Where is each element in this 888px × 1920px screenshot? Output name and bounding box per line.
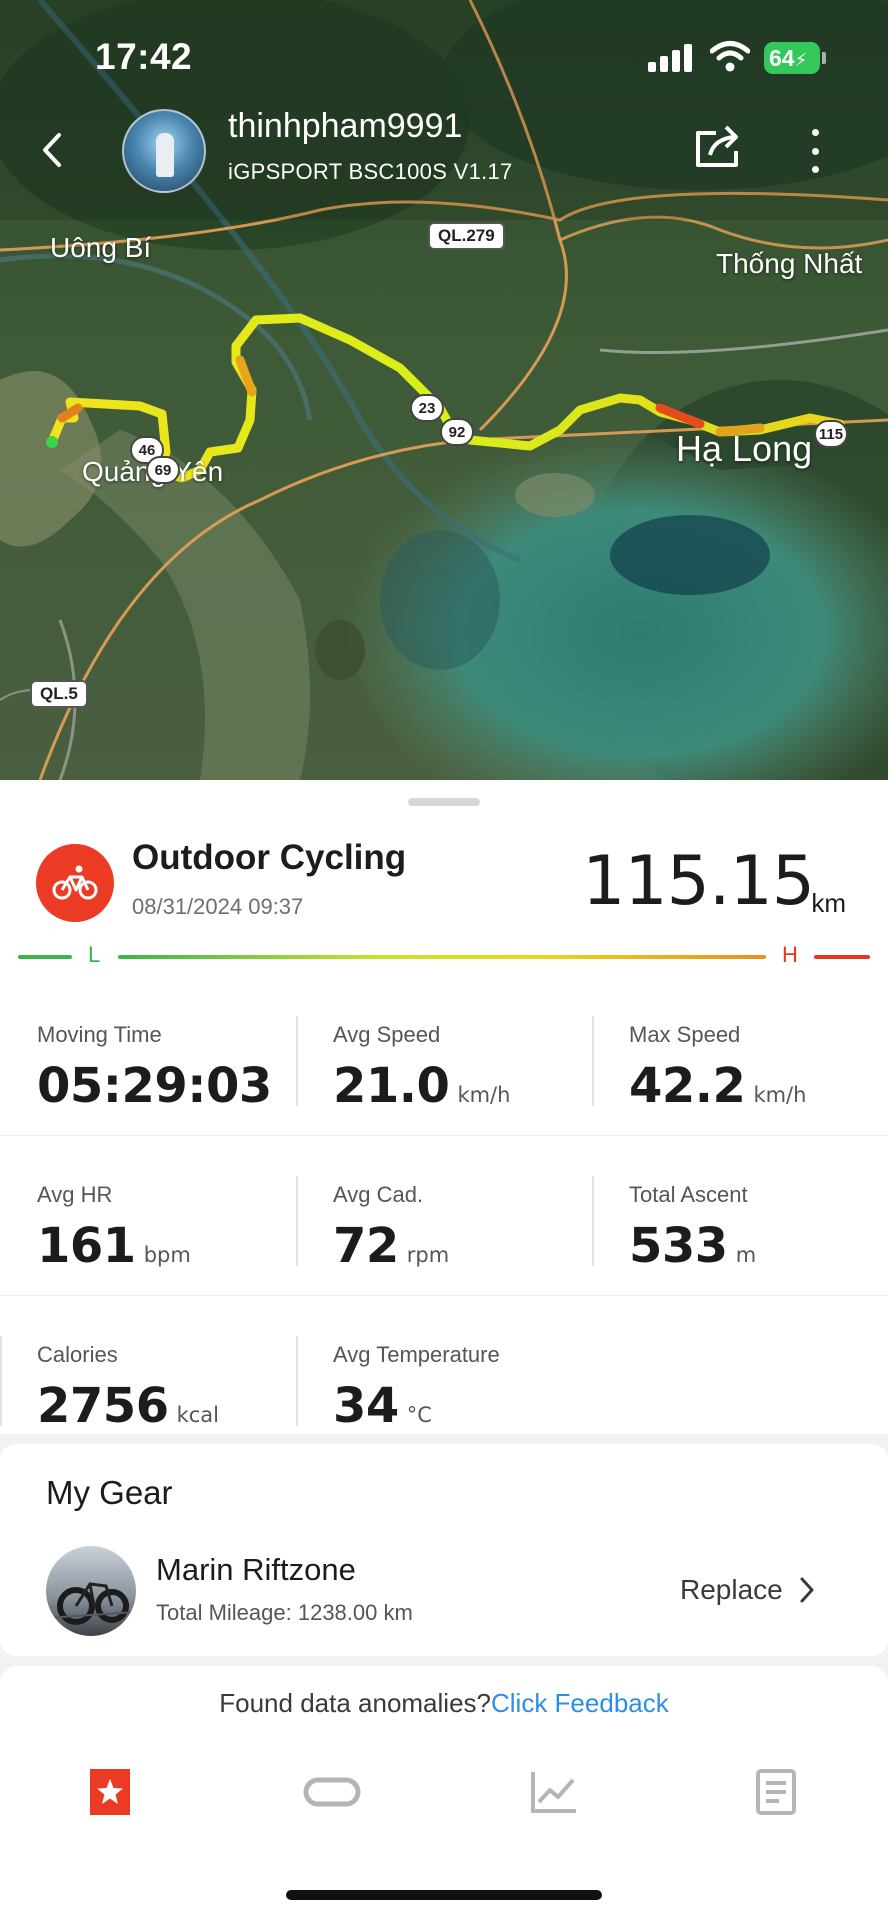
wifi-icon — [710, 41, 750, 72]
chevron-left-icon — [43, 133, 61, 167]
total-distance: 115.15 — [582, 842, 815, 921]
stat-calories: Calories 2756 kcal — [0, 1296, 296, 1456]
gear-title: My Gear — [46, 1474, 173, 1511]
replace-gear-button[interactable]: Replace — [680, 1574, 815, 1606]
stat-moving-time: Moving Time 05:29:03 — [0, 976, 296, 1136]
charging-bolt-icon: ⚡ — [794, 50, 808, 70]
road-number: 23 — [410, 394, 444, 422]
tab-charts[interactable] — [524, 1762, 584, 1822]
replace-label: Replace — [680, 1574, 783, 1605]
tab-highlights[interactable] — [80, 1762, 140, 1822]
drag-handle[interactable] — [408, 798, 480, 806]
stat-unit: kcal — [176, 1403, 220, 1427]
stat-label: Calories — [37, 1342, 118, 1367]
feedback-text: Found data anomalies? — [219, 1688, 491, 1718]
status-bar: 17:42 64⚡ — [0, 0, 888, 110]
feedback-link[interactable]: Click Feedback — [491, 1688, 669, 1718]
legend-high-label: H — [782, 942, 798, 967]
road-number: 115 — [814, 420, 848, 448]
stat-label: Avg Speed — [333, 1022, 441, 1047]
distance-unit: km — [811, 888, 846, 918]
place-label: Uông Bí — [50, 232, 152, 263]
gear-mileage: Total Mileage: 1238.00 km — [156, 1600, 413, 1625]
stat-unit: bpm — [143, 1243, 191, 1267]
status-time: 17:42 — [95, 36, 193, 77]
stat-unit: km/h — [457, 1083, 511, 1107]
stat-label: Moving Time — [37, 1022, 162, 1047]
device-name: iGPSPORT BSC100S V1.17 — [228, 159, 513, 184]
dot — [811, 147, 819, 155]
stat-avg-speed: Avg Speed 21.0 km/h — [296, 976, 592, 1136]
stat-label: Avg HR — [37, 1182, 113, 1207]
tab-details[interactable] — [746, 1762, 806, 1822]
stats-row: Calories 2756 kcal Avg Temperature 34 °C — [0, 1296, 888, 1456]
stats-row: Avg HR 161 bpm Avg Cad. 72 rpm Total Ascen… — [0, 1136, 888, 1296]
dot — [811, 166, 819, 173]
stat-unit: rpm — [406, 1243, 450, 1267]
stat-unit: °C — [406, 1403, 432, 1427]
legend-high-line — [814, 955, 870, 959]
stat-value: 161 bpm — [37, 1218, 191, 1274]
stat-value: 05:29:03 — [37, 1058, 272, 1114]
bike-photo — [46, 1546, 136, 1636]
stat-avg-temperature: Avg Temperature 34 °C — [296, 1296, 592, 1456]
legend-gradient-bar — [118, 955, 766, 959]
road-number: 69 — [146, 456, 180, 484]
cycling-icon — [36, 844, 114, 922]
legend-low-line — [18, 955, 72, 959]
stat-value: 72 rpm — [333, 1218, 450, 1274]
feedback-row: Found data anomalies?Click Feedback — [0, 1688, 888, 1719]
activity-date: 08/31/2024 09:37 — [132, 894, 304, 919]
back-button[interactable] — [32, 125, 72, 175]
battery-level: 64 — [769, 45, 795, 71]
place-label: Thống Nhất — [716, 248, 863, 279]
battery-indicator: 64⚡ — [764, 42, 826, 74]
chevron-right-icon — [800, 1577, 814, 1603]
stat-max-speed: Max Speed 42.2 km/h — [592, 976, 888, 1136]
bottom-panel: Found data anomalies?Click Feedback — [0, 1666, 888, 1920]
stat-value: 34 °C — [333, 1378, 432, 1434]
route-map[interactable]: Uông Bí Thống Nhất Quảng Yên Hạ Long QL.… — [0, 0, 888, 780]
activity-detail-screen: Uông Bí Thống Nhất Quảng Yên Hạ Long QL.… — [0, 0, 888, 1920]
stat-avg-cadence: Avg Cad. 72 rpm — [296, 1136, 592, 1296]
legend-low-label: L — [88, 942, 101, 967]
route-color-legend: L H — [18, 940, 870, 970]
road-number: 92 — [440, 418, 474, 446]
stat-value: 533 m — [629, 1218, 757, 1274]
stat-total-ascent: Total Ascent 533 m — [592, 1136, 888, 1296]
activity-type: Outdoor Cycling — [132, 838, 407, 877]
dot — [811, 129, 819, 136]
document-icon — [756, 1769, 796, 1815]
stat-label: Avg Cad. — [333, 1182, 424, 1207]
stat-unit: km/h — [753, 1083, 807, 1107]
activity-summary-card: Outdoor Cycling 08/31/2024 09:37 115.15 … — [0, 780, 888, 1434]
star-bookmark-icon — [90, 1769, 130, 1815]
stats-row: Moving Time 05:29:03 Avg Speed 21.0 km/h … — [0, 976, 888, 1136]
share-button[interactable] — [690, 119, 746, 175]
stat-value: 2756 kcal — [37, 1378, 220, 1434]
cellular-signal-icon — [648, 44, 692, 72]
place-label: Hạ Long — [676, 428, 813, 469]
username[interactable]: thinhpham9991 — [228, 107, 462, 146]
share-icon — [696, 125, 738, 167]
stat-value: 42.2 km/h — [629, 1058, 807, 1114]
road-sign: QL.279 — [428, 222, 505, 250]
stat-label: Avg Temperature — [333, 1342, 500, 1367]
activity-header: thinhpham9991 iGPSPORT BSC100S V1.17 — [0, 105, 888, 205]
stat-label: Total Ascent — [629, 1182, 748, 1207]
more-options-button[interactable] — [800, 123, 830, 179]
gear-section: My Gear Marin Riftzone Total Mileage: 12… — [0, 1444, 888, 1656]
avatar[interactable] — [122, 109, 206, 193]
line-chart-icon — [531, 1772, 576, 1813]
stat-unit: m — [735, 1243, 757, 1267]
stat-value: 21.0 km/h — [333, 1058, 511, 1114]
stat-avg-hr: Avg HR 161 bpm — [0, 1136, 296, 1296]
lap-track-icon — [303, 1777, 361, 1807]
stat-label: Max Speed — [629, 1022, 741, 1047]
gear-name: Marin Riftzone — [156, 1552, 356, 1587]
tab-laps[interactable] — [302, 1762, 362, 1822]
road-sign: QL.5 — [30, 680, 88, 708]
home-indicator[interactable] — [286, 1890, 602, 1900]
